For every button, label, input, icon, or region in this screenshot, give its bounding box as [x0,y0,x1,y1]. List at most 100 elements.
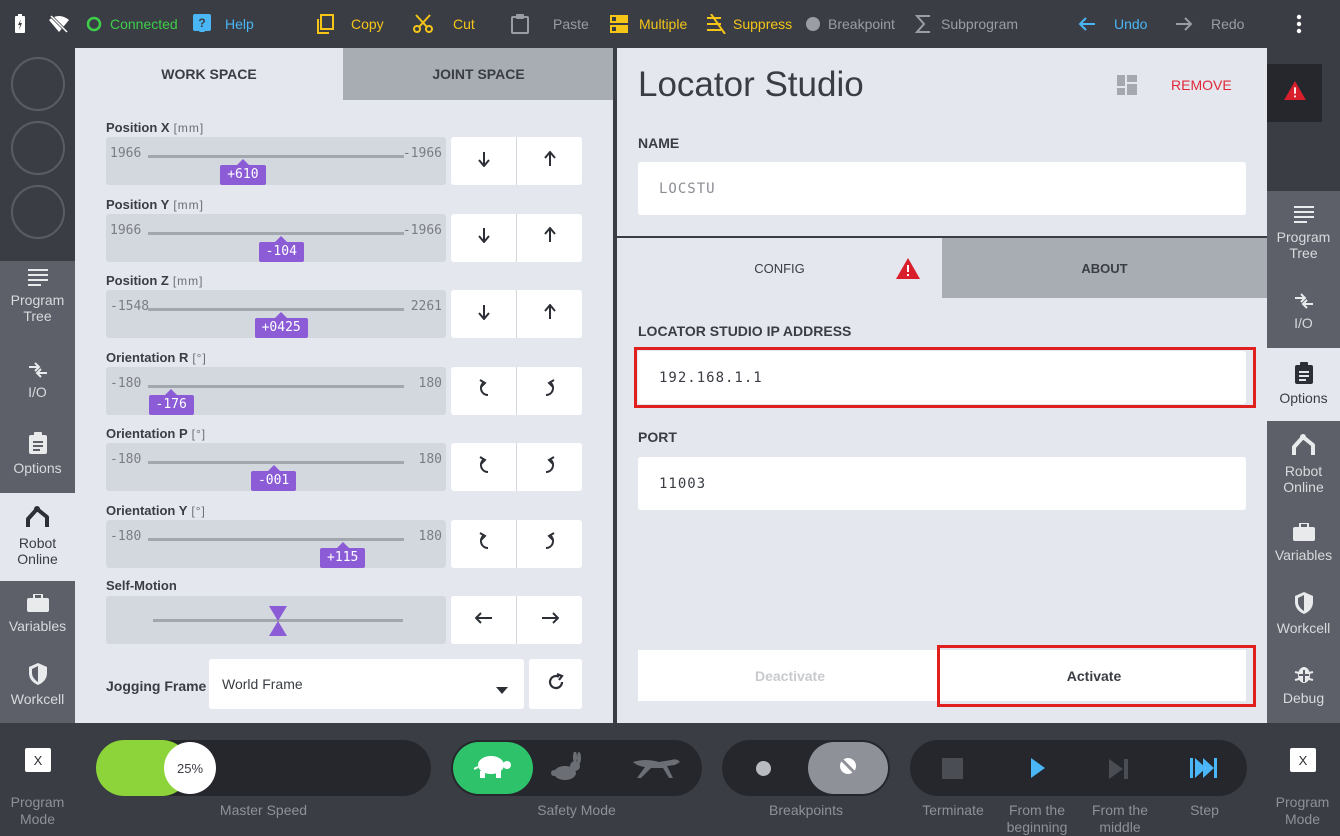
position-z-slider[interactable]: -1548 2261 +0425 [106,290,446,338]
cut-button[interactable]: Cut [413,0,475,48]
safety-mode-cheetah-button[interactable] [631,756,683,785]
position-y-increment-button[interactable] [516,213,582,262]
left-nav-io[interactable]: I/O [0,362,75,422]
orientation-y-value[interactable]: +115 [320,541,366,568]
paste-label: Paste [553,16,589,32]
orientation-y-slider[interactable]: -180 180 +115 [106,519,446,568]
right-nav-variables[interactable]: Variables [1267,523,1340,583]
right-nav-io[interactable]: I/O [1267,293,1340,343]
terminate-button[interactable] [942,758,963,779]
breakpoint-button[interactable]: Breakpoint [806,0,895,48]
orientation-r-decrement-button[interactable] [451,367,516,415]
position-z-value[interactable]: +0425 [254,312,308,338]
tab-config[interactable]: CONFIG [617,238,942,298]
orientation-y-decrement-button[interactable] [451,520,516,568]
refresh-frame-button[interactable] [529,659,582,709]
tab-joint-space[interactable]: JOINT SPACE [343,48,614,100]
left-nav-options[interactable]: Options [0,432,75,492]
safety-mode-rabbit-button[interactable] [551,751,583,787]
bottom-control-bar: X Program Mode 25% Master Speed Safety M… [0,723,1340,835]
orientation-p-value[interactable]: -001 [250,465,297,491]
undo-button[interactable]: Undo [1078,0,1147,48]
orientation-y-name: Orientation Y [106,502,188,518]
right-sidebar-alert-area [1267,48,1340,191]
from-beginning-label: From the beginning [1006,802,1068,835]
master-speed-knob[interactable]: 25% [164,742,216,794]
alert-button[interactable] [1267,64,1322,122]
svg-text:?: ? [198,16,205,30]
right-nav-workcell[interactable]: Workcell [1267,592,1340,652]
execution-controls [910,740,1247,796]
circle-button-1[interactable] [11,57,65,111]
position-x-increment-button[interactable] [516,137,582,185]
circle-button-3[interactable] [11,185,65,239]
position-x-value[interactable]: +610 [220,159,266,185]
safety-mode-turtle-button[interactable] [453,742,533,794]
self-motion-slider[interactable] [106,596,446,644]
orientation-p-slider[interactable]: -180 180 -001 [106,443,446,491]
orientation-r-value[interactable]: -176 [148,388,194,415]
right-nav-label: Program Tree [1276,229,1331,261]
jog-panel: WORK SPACE JOINT SPACE Position X [mm] 196… [75,48,614,723]
rotate-cw-icon [477,532,491,555]
left-nav-workcell[interactable]: Workcell [0,663,75,723]
help-button[interactable]: ? Help [193,0,254,48]
suppress-button[interactable]: Suppress [707,0,792,48]
orientation-r-track [148,384,404,388]
orientation-r-increment-button[interactable] [516,366,582,415]
self-motion-handle[interactable] [269,606,287,641]
subprogram-button[interactable]: Subprogram [915,0,1018,48]
breakpoints-on-button[interactable] [756,761,771,776]
port-input[interactable]: 11003 [638,457,1246,510]
play-from-beginning-button[interactable] [1030,757,1046,784]
position-y-value[interactable]: -104 [258,235,304,262]
position-z-decrement-button[interactable] [451,290,516,338]
jogging-frame-value: World Frame [222,676,303,692]
right-nav-program-tree[interactable]: Program Tree [1267,205,1340,275]
play-from-middle-button[interactable] [1108,758,1130,785]
tab-about[interactable]: ABOUT [942,238,1267,298]
right-nav-debug[interactable]: Debug [1267,664,1340,723]
right-nav-robot-online[interactable]: Robot Online [1267,433,1340,503]
remove-button[interactable]: REMOVE [1171,77,1232,93]
right-nav-options[interactable]: Options [1267,348,1340,421]
orientation-p-decrement-button[interactable] [451,443,516,491]
self-motion-left-button[interactable] [451,596,516,644]
multiple-button[interactable]: Multiple [610,0,687,48]
circle-button-2[interactable] [11,121,65,175]
program-mode-right-button[interactable]: X [1290,748,1316,772]
position-x-decrement-button[interactable] [451,137,516,185]
breakpoints-off-button[interactable] [808,742,888,794]
right-nav-label: Debug [1282,690,1325,706]
orientation-p-increment-button[interactable] [516,443,582,491]
left-nav-robot-online[interactable]: Robot Online [0,493,75,581]
left-nav-program-tree[interactable]: Program Tree [0,268,75,338]
right-nav-label: Workcell [1276,620,1331,636]
more-menu-button[interactable] [1296,0,1302,48]
redo-button[interactable]: Redo [1175,0,1244,48]
position-y-slider[interactable]: 1966 -1966 -104 [106,213,446,262]
arrow-up-icon [543,302,556,325]
position-z-increment-button[interactable] [516,290,582,338]
position-y-label: Position Y [mm] [106,197,204,212]
jogging-frame-select[interactable]: World Frame [209,659,524,709]
left-nav-variables[interactable]: Variables [0,594,75,654]
program-mode-left-button[interactable]: X [25,748,51,772]
self-motion-right-button[interactable] [516,596,582,644]
master-speed-slider[interactable]: 25% [96,740,431,796]
orientation-r-unit: [°] [192,350,207,365]
deactivate-button[interactable]: Deactivate [638,650,942,701]
layout-grid-button[interactable] [1117,75,1137,100]
name-input[interactable]: LOCSTU [638,162,1246,215]
step-button[interactable] [1190,757,1218,784]
from-middle-label: From the middle [1091,802,1148,835]
copy-button[interactable]: Copy [316,0,384,48]
orientation-r-slider[interactable]: -180 180 -176 [106,366,446,415]
tab-work-space[interactable]: WORK SPACE [75,48,343,100]
orientation-y-increment-button[interactable] [516,519,582,568]
briefcase-icon [26,594,49,612]
paste-button[interactable]: Paste [511,0,589,48]
position-y-decrement-button[interactable] [451,214,516,262]
left-sidebar: Program Tree I/O Options Robot Online Va… [0,48,75,723]
position-x-slider[interactable]: 1966 -1966 +610 [106,137,446,185]
